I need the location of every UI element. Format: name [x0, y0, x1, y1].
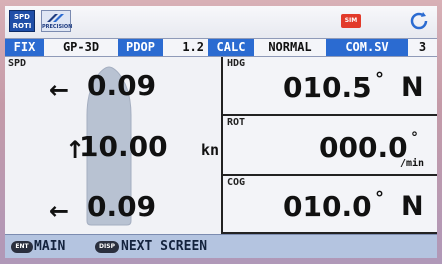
calc-label: CALC — [208, 39, 254, 56]
fore-lateral-arrow-icon: ← — [49, 76, 70, 104]
softkey-bar: ENT MAIN DISP NEXT SCREEN — [5, 234, 437, 258]
aft-speed-value: 0.09 — [87, 190, 157, 223]
course-over-ground-panel: COG 010.0 ° N — [223, 176, 437, 234]
spd-rot-mode-icon[interactable]: SPD ROTI — [9, 10, 35, 32]
longitudinal-speed-value: 10.00 — [79, 130, 168, 163]
status-bar: FIX GP-3D PDOP 1.2 CALC NORMAL COM.SV 3 — [5, 38, 437, 57]
refresh-icon[interactable] — [409, 11, 429, 31]
rot-unit: /min — [400, 158, 425, 169]
rot-degree-symbol: ° — [411, 130, 418, 146]
fix-value: GP-3D — [44, 39, 118, 56]
display-screen: SPD ROTI PRECISION SIM FIX GP-3D PDOP 1.… — [5, 6, 437, 258]
sim-badge: SIM — [341, 14, 361, 28]
heading-panel: HDG 010.5 ° N — [223, 57, 437, 116]
heading-value: 010.5 — [283, 71, 372, 104]
rot-label: ROT — [227, 117, 246, 128]
fore-speed-value: 0.09 — [87, 69, 157, 102]
disp-key-icon[interactable]: DISP — [95, 241, 119, 253]
cog-label: COG — [227, 177, 246, 188]
softkey-main[interactable]: MAIN — [34, 239, 65, 254]
calc-value: NORMAL — [254, 39, 326, 56]
cog-reference: N — [401, 191, 424, 222]
precision-label: PRECISION — [42, 24, 73, 30]
pdop-label: PDOP — [118, 39, 163, 56]
comsv-label: COM.SV — [326, 39, 408, 56]
spd-label: SPD — [8, 58, 27, 69]
top-bar: SPD ROTI PRECISION SIM — [5, 6, 437, 38]
rate-of-turn-panel: ROT 000.0 ° /min — [223, 116, 437, 176]
comsv-value: 3 — [408, 39, 437, 56]
mode-icon-line2: ROTI — [12, 22, 32, 30]
ent-key-icon[interactable]: ENT — [11, 241, 33, 253]
mode-icon-line1: SPD — [14, 13, 30, 21]
softkey-next-screen[interactable]: NEXT SCREEN — [121, 239, 207, 254]
heading-degree-symbol: ° — [375, 69, 384, 90]
speed-unit: kn — [201, 141, 220, 159]
speed-panel: SPD ← 0.09 ↑ 10.00 kn ← 0.09 — [5, 57, 223, 234]
hdg-label: HDG — [227, 58, 246, 69]
cog-value: 010.0 — [283, 190, 372, 223]
precision-icon[interactable]: PRECISION — [41, 10, 73, 32]
heading-reference: N — [401, 72, 424, 103]
precision-logo-icon — [47, 14, 64, 22]
pdop-value: 1.2 — [163, 39, 208, 56]
fix-label: FIX — [5, 39, 44, 56]
rate-of-turn-value: 000.0 — [319, 131, 408, 164]
aft-lateral-arrow-icon: ← — [49, 197, 70, 225]
cog-degree-symbol: ° — [375, 188, 384, 209]
